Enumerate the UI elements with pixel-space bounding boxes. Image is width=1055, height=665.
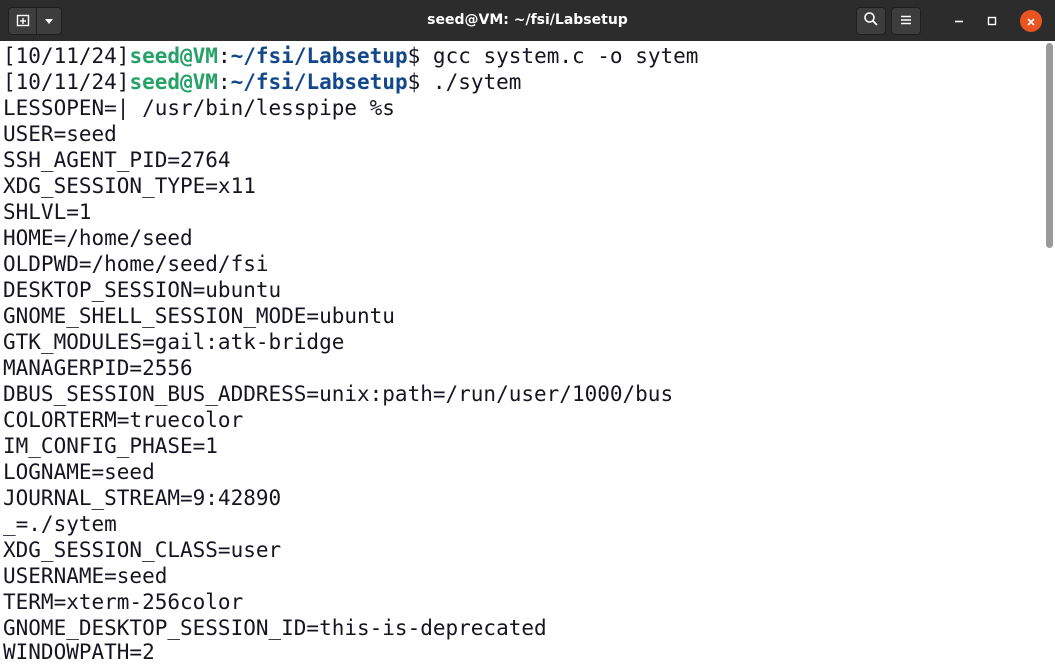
output-line: JOURNAL_STREAM=9:42890 bbox=[3, 486, 282, 510]
minimize-button[interactable] bbox=[948, 10, 970, 32]
prompt-timestamp: [10/11/24] bbox=[3, 70, 130, 94]
output-line: LOGNAME=seed bbox=[3, 460, 155, 484]
hamburger-menu-button[interactable] bbox=[891, 7, 921, 35]
prompt-timestamp: [10/11/24] bbox=[3, 44, 130, 68]
maximize-button[interactable] bbox=[981, 10, 1003, 32]
prompt-separator: : bbox=[217, 44, 231, 68]
prompt-line: [10/11/24]seed@VM:~/fsi/Labsetup$ gcc sy… bbox=[3, 43, 698, 69]
prompt-separator: : bbox=[217, 70, 231, 94]
prompt-path: ~/fsi/Labsetup bbox=[230, 44, 408, 68]
terminal-window: seed@VM: ~/fsi/Labsetup [10/11/24]seed@V… bbox=[0, 0, 1055, 665]
prompt-dollar: $ bbox=[407, 70, 421, 94]
minimize-icon bbox=[953, 12, 965, 31]
prompt-command: ./sytem bbox=[420, 70, 522, 94]
output-line: MANAGERPID=2556 bbox=[3, 356, 193, 380]
output-line: WINDOWPATH=2 bbox=[3, 640, 155, 664]
terminal-menu-button[interactable] bbox=[36, 7, 62, 35]
new-tab-button[interactable] bbox=[8, 7, 37, 35]
output-line: HOME=/home/seed bbox=[3, 226, 193, 250]
output-line: SHLVL=1 bbox=[3, 200, 92, 224]
output-line: OLDPWD=/home/seed/fsi bbox=[3, 252, 269, 276]
hamburger-menu-icon bbox=[899, 12, 913, 31]
prompt-command: gcc system.c -o sytem bbox=[420, 44, 699, 68]
output-line: SSH_AGENT_PID=2764 bbox=[3, 148, 231, 172]
output-line: TERM=xterm-256color bbox=[3, 590, 244, 614]
close-button[interactable] bbox=[1020, 10, 1042, 32]
title-bar[interactable]: seed@VM: ~/fsi/Labsetup bbox=[0, 0, 1055, 41]
output-line: DBUS_SESSION_BUS_ADDRESS=unix:path=/run/… bbox=[3, 382, 674, 406]
prompt-user-host: seed@VM bbox=[129, 44, 218, 68]
output-line: USERNAME=seed bbox=[3, 564, 168, 588]
output-line: XDG_SESSION_CLASS=user bbox=[3, 538, 282, 562]
prompt-user-host: seed@VM bbox=[129, 70, 218, 94]
prompt-path: ~/fsi/Labsetup bbox=[230, 70, 408, 94]
chevron-down-icon bbox=[43, 12, 55, 31]
output-line: DESKTOP_SESSION=ubuntu bbox=[3, 278, 282, 302]
new-tab-icon bbox=[16, 12, 30, 31]
output-line: _=./sytem bbox=[3, 512, 117, 536]
search-button[interactable] bbox=[856, 7, 886, 35]
output-line: XDG_SESSION_TYPE=x11 bbox=[3, 174, 256, 198]
output-line: GTK_MODULES=gail:atk-bridge bbox=[3, 330, 345, 354]
output-line: LESSOPEN=| /usr/bin/lesspipe %s bbox=[3, 96, 395, 120]
output-line: GNOME_DESKTOP_SESSION_ID=this-is-depreca… bbox=[3, 616, 547, 640]
prompt-line: [10/11/24]seed@VM:~/fsi/Labsetup$ ./syte… bbox=[3, 69, 521, 95]
prompt-dollar: $ bbox=[407, 44, 421, 68]
close-icon bbox=[1026, 12, 1036, 31]
scrollbar-thumb[interactable] bbox=[1046, 43, 1053, 248]
search-icon bbox=[863, 11, 879, 31]
output-line: IM_CONFIG_PHASE=1 bbox=[3, 434, 218, 458]
output-line: USER=seed bbox=[3, 122, 117, 146]
maximize-icon bbox=[986, 12, 998, 31]
terminal-output-area[interactable]: [10/11/24]seed@VM:~/fsi/Labsetup$ gcc sy… bbox=[0, 41, 1044, 665]
output-line: COLORTERM=truecolor bbox=[3, 408, 244, 432]
output-line: GNOME_SHELL_SESSION_MODE=ubuntu bbox=[3, 304, 395, 328]
vertical-scrollbar[interactable] bbox=[1044, 41, 1055, 665]
